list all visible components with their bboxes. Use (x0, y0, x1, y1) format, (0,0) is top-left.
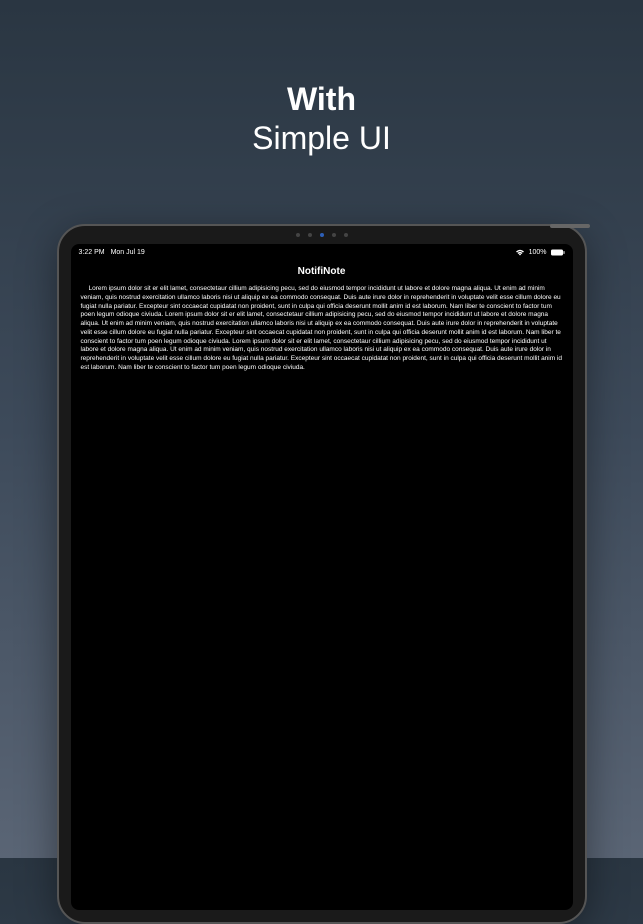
marketing-title: With (0, 82, 643, 117)
page-dot (296, 233, 300, 237)
page-dot-active (320, 233, 324, 237)
status-bar-right: 100% (515, 249, 565, 256)
page-dot (332, 233, 336, 237)
wifi-icon (515, 249, 525, 256)
marketing-header: With Simple UI (0, 0, 643, 158)
status-bar-left: 3:22 PM Mon Jul 19 (79, 249, 145, 256)
tablet-device-frame: 3:22 PM Mon Jul 19 100% Notifi (57, 224, 587, 924)
status-battery-percent: 100% (529, 249, 547, 256)
status-time: 3:22 PM (79, 249, 105, 256)
note-content-area[interactable]: Lorem ipsum dolor sit er elit lamet, con… (71, 283, 573, 375)
app-title: NotifiNote (71, 260, 573, 283)
note-text[interactable]: Lorem ipsum dolor sit er elit lamet, con… (81, 285, 563, 373)
marketing-subtitle: Simple UI (0, 119, 643, 157)
tablet-hardware-button (550, 224, 590, 228)
status-bar: 3:22 PM Mon Jul 19 100% (71, 244, 573, 260)
page-dot (308, 233, 312, 237)
tablet-screen: 3:22 PM Mon Jul 19 100% Notifi (71, 244, 573, 910)
battery-icon (551, 249, 565, 256)
status-date: Mon Jul 19 (111, 249, 145, 256)
page-indicator-dots (296, 233, 348, 237)
page-dot (344, 233, 348, 237)
